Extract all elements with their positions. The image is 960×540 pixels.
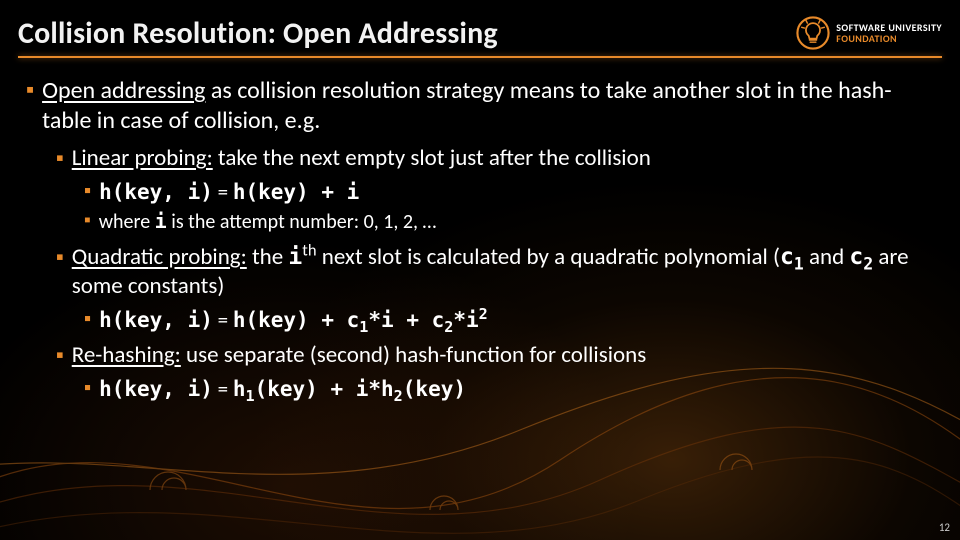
brand-logo: SOFTWARE UNIVERSITY FOUNDATION	[796, 16, 942, 50]
bullet-linear-where: ▪ where i is the attempt number: 0, 1, 2…	[84, 209, 934, 235]
title-underline	[18, 56, 942, 58]
brand-text: SOFTWARE UNIVERSITY FOUNDATION	[836, 22, 942, 44]
bullet-linear-probing: ▪ Linear probing: take the next empty sl…	[56, 144, 934, 173]
bullet-rehashing-formula: ▪ h(key, i) = h1(key) + i*h2(key)	[84, 376, 934, 402]
bullet-marker-icon: ▪	[56, 243, 64, 301]
bullet-marker-icon: ▪	[84, 376, 91, 402]
bullet-marker-icon: ▪	[26, 76, 34, 136]
bullet-linear-formula: ▪ h(key, i) = h(key) + i	[84, 179, 934, 205]
lightbulb-icon	[796, 16, 830, 50]
bullet-quadratic-formula: ▪ h(key, i) = h(key) + c1*i + c2*i2	[84, 307, 934, 333]
bullet-marker-icon: ▪	[56, 341, 64, 370]
bullet-marker-icon: ▪	[84, 209, 91, 235]
bullet-quadratic-probing: ▪ Quadratic probing: the ith next slot i…	[56, 243, 934, 301]
bullet-marker-icon: ▪	[84, 179, 91, 205]
bullet-rehashing: ▪ Re-hashing: use separate (second) hash…	[56, 341, 934, 370]
bullet-marker-icon: ▪	[56, 144, 64, 173]
page-number: 12	[939, 521, 950, 534]
slide-content: ▪ Open addressing as collision resolutio…	[26, 74, 934, 530]
bullet-intro: ▪ Open addressing as collision resolutio…	[26, 76, 934, 136]
bullet-marker-icon: ▪	[84, 307, 91, 333]
slide: Collision Resolution: Open Addressing SO…	[0, 0, 960, 540]
slide-title: Collision Resolution: Open Addressing	[18, 15, 498, 52]
title-bar: Collision Resolution: Open Addressing SO…	[18, 8, 942, 58]
